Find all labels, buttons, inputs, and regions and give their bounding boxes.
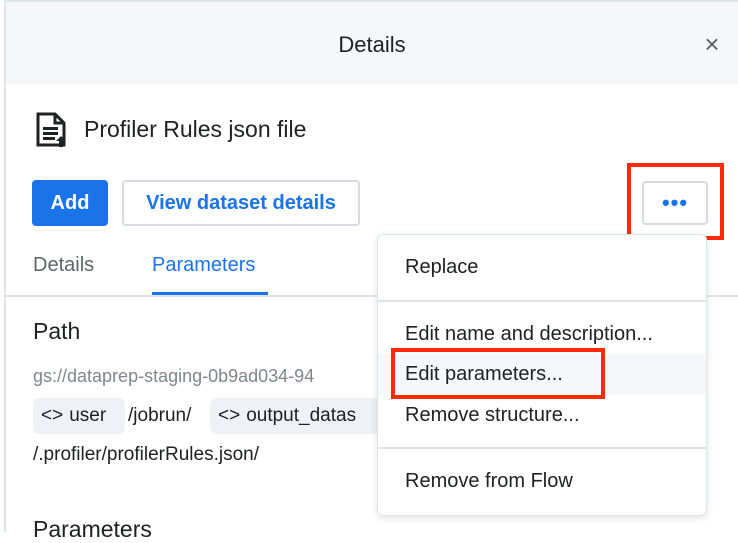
close-icon[interactable]: ×: [700, 31, 724, 57]
highlight-box-more: [627, 163, 724, 240]
chip-label: output_datas: [246, 405, 357, 426]
tab-details[interactable]: Details: [33, 254, 94, 277]
path-base: gs://dataprep-staging-0b9ad034-94: [33, 366, 315, 386]
file-document-icon: [36, 112, 66, 147]
path-segment: /jobrun/: [128, 405, 192, 426]
code-icon: <>: [218, 405, 241, 426]
code-icon: <>: [41, 405, 64, 426]
parameter-chip-output[interactable]: <> output_datas: [210, 398, 380, 434]
path-heading: Path: [33, 318, 81, 344]
menu-item-replace[interactable]: Replace: [378, 247, 706, 287]
menu-divider: [378, 300, 706, 302]
tab-parameters[interactable]: Parameters: [152, 254, 255, 277]
chip-label: user: [69, 405, 107, 426]
parameters-heading: Parameters: [33, 516, 152, 542]
add-button[interactable]: Add: [32, 180, 108, 226]
menu-item-remove-structure[interactable]: Remove structure...: [378, 395, 706, 435]
highlight-box-edit-parameters: [391, 348, 605, 399]
file-title: Profiler Rules json file: [84, 116, 307, 142]
panel-header: Details ×: [6, 0, 738, 84]
path-suffix: /.profiler/profilerRules.json/: [33, 444, 259, 465]
view-dataset-details-button[interactable]: View dataset details: [122, 180, 360, 226]
menu-item-remove-from-flow[interactable]: Remove from Flow: [378, 461, 706, 501]
menu-divider: [378, 447, 706, 449]
parameter-chip-user[interactable]: <> user: [33, 398, 125, 434]
panel-title: Details: [338, 32, 406, 57]
